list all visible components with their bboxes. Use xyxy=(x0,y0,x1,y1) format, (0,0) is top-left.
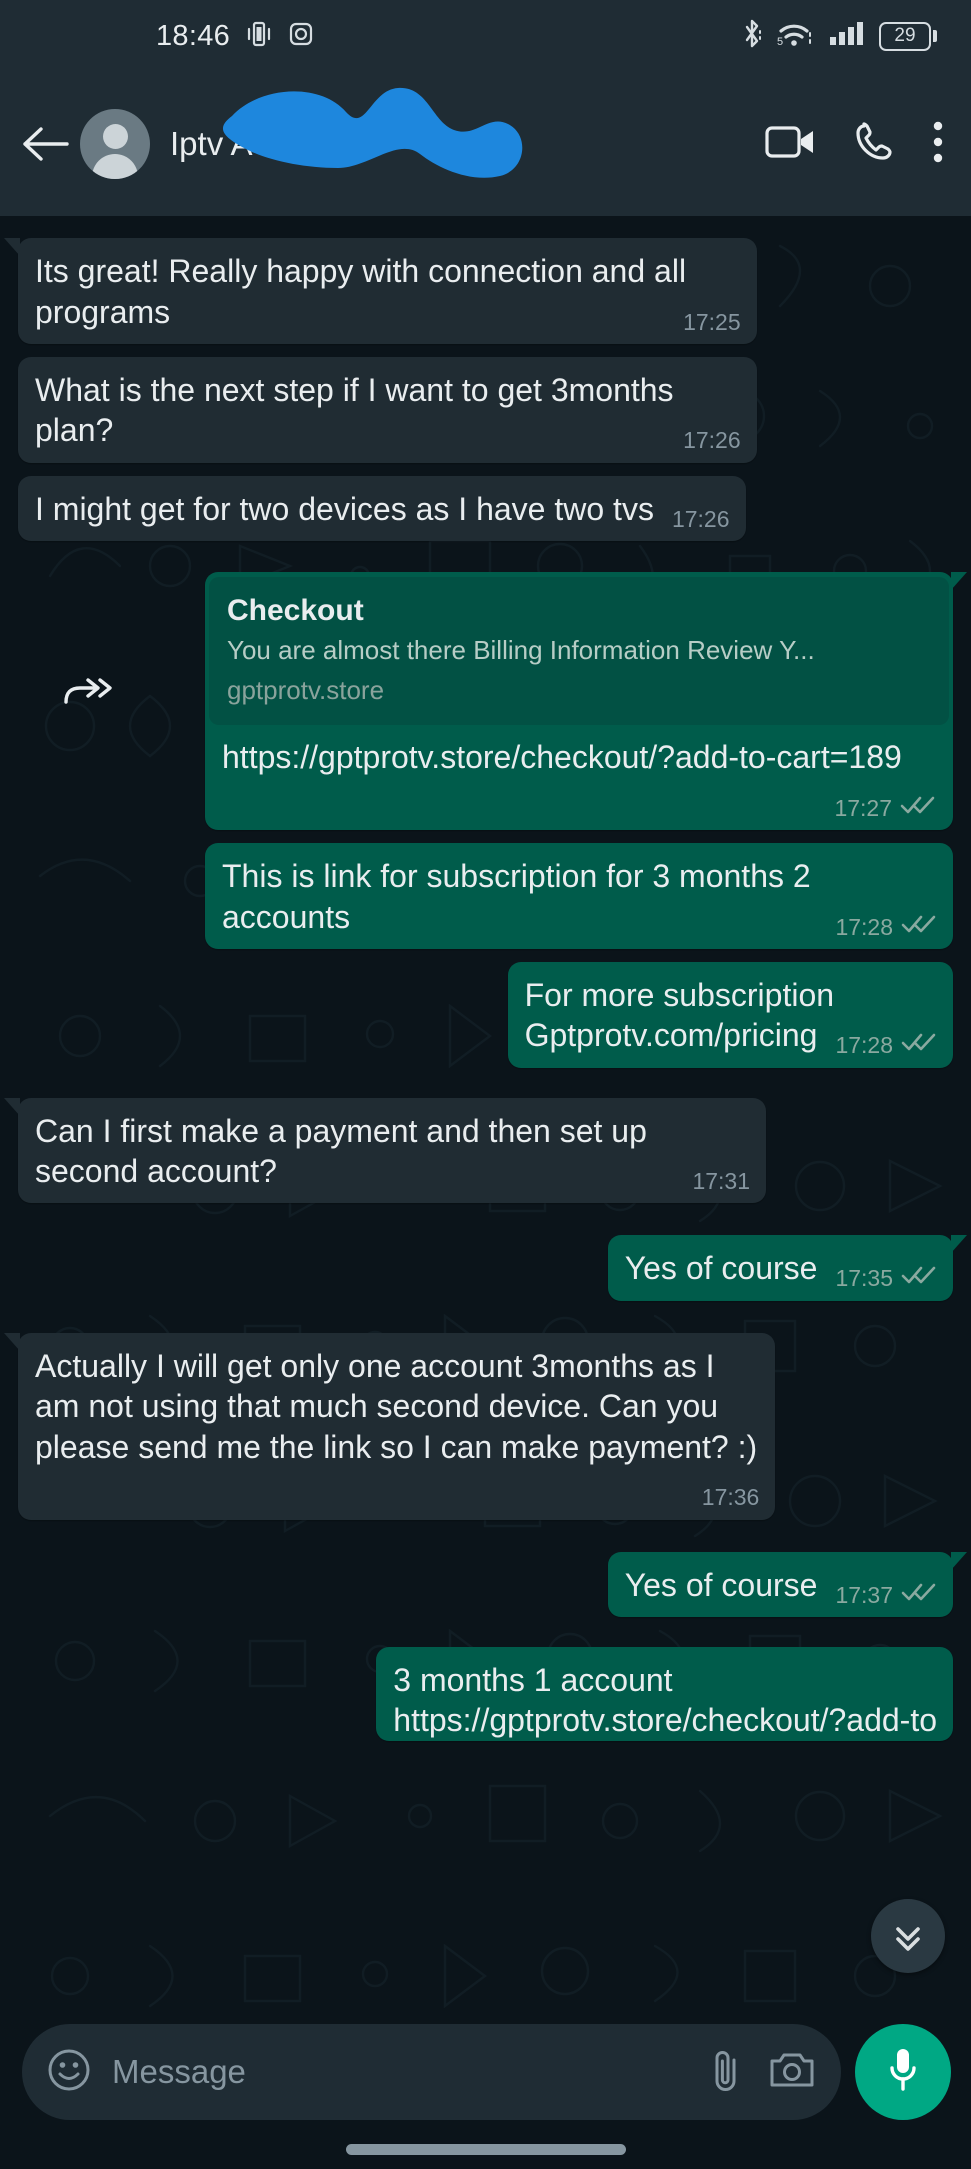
message-bubble-incoming[interactable]: Actually I will get only one account 3mo… xyxy=(3,1332,776,1520)
message-time: 17:37 xyxy=(835,1581,893,1608)
delivered-ticks-icon xyxy=(900,794,936,823)
header-actions xyxy=(765,120,945,169)
message-time: 17:26 xyxy=(671,505,730,532)
message-bubble-outgoing-link-preview[interactable]: Checkout You are almost there Billing In… xyxy=(205,571,967,830)
message-link[interactable]: https://gptprotv.store/checkout/?add-to-… xyxy=(222,739,902,775)
message-meta: 17:36 xyxy=(702,1483,760,1512)
message-text: Actually I will get only one account 3mo… xyxy=(35,1347,758,1465)
message-row: Can I first make a payment and then set … xyxy=(4,1097,953,1204)
message-text: What is the next step if I want to get 3… xyxy=(35,371,674,449)
messages-container: Its great! Really happy with connection … xyxy=(0,216,971,1742)
message-text: 3 months 1 account xyxy=(393,1661,673,1698)
emoji-icon[interactable] xyxy=(46,2047,92,2098)
contact-avatar[interactable] xyxy=(80,109,150,179)
status-bar-left: 18:46 xyxy=(156,19,314,54)
message-meta: 17:28 xyxy=(835,913,937,942)
status-bar: 18:46 5 29 xyxy=(0,0,971,72)
message-meta: 17:25 xyxy=(683,308,741,337)
battery-percent-label: 29 xyxy=(894,25,916,46)
message-row: Yes of course 17:35 xyxy=(18,1235,968,1301)
link-preview-host: gptprotv.store xyxy=(227,675,385,706)
message-bubble-incoming[interactable]: Its great! Really happy with connection … xyxy=(4,238,757,344)
message-text: Yes of course xyxy=(624,1566,818,1603)
message-text: I might get for two devices as I have tw… xyxy=(35,490,654,527)
message-text: Can I first make a payment and then set … xyxy=(35,1112,647,1190)
message-bubble-outgoing-clipped[interactable]: 3 months 1 account https://gptprotv.stor… xyxy=(376,1646,953,1742)
message-meta: 17:35 xyxy=(835,1264,937,1293)
delivered-ticks-icon xyxy=(901,1264,937,1293)
message-time: 17:28 xyxy=(835,1032,893,1059)
message-meta: 17:31 xyxy=(692,1167,750,1196)
status-bar-clock: 18:46 xyxy=(156,19,231,52)
contact-title-area[interactable]: Iptv A xyxy=(170,72,751,216)
delivered-ticks-icon xyxy=(901,913,937,942)
message-row: Checkout You are almost there Billing In… xyxy=(18,571,967,830)
message-input-field[interactable]: Message xyxy=(22,2024,841,2120)
message-time: 17:27 xyxy=(834,794,892,821)
voice-call-icon[interactable] xyxy=(853,121,895,168)
status-bar-right: 5 29 xyxy=(740,18,937,55)
message-meta: 17:26 xyxy=(672,505,730,534)
message-meta: 17:26 xyxy=(683,426,741,455)
message-link[interactable]: Gptprotv.com/pricing xyxy=(525,1017,818,1053)
voice-record-button[interactable] xyxy=(855,2024,951,2120)
message-text: For more subscription xyxy=(524,976,835,1013)
message-bubble-outgoing[interactable]: Yes of course 17:37 xyxy=(607,1551,968,1617)
cellular-signal-icon xyxy=(828,18,866,55)
chat-header: Iptv A xyxy=(0,72,971,216)
message-row: What is the next step if I want to get 3… xyxy=(18,356,953,463)
message-time: 17:28 xyxy=(835,913,893,940)
message-bubble-incoming[interactable]: What is the next step if I want to get 3… xyxy=(18,356,757,463)
message-bubble-outgoing[interactable]: Yes of course 17:35 xyxy=(607,1235,968,1301)
whatsapp-chat-screen: 18:46 5 29 Iptv A Its great! Really happ… xyxy=(0,0,971,2169)
navigation-pill xyxy=(345,2144,626,2155)
bluetooth-icon xyxy=(740,18,764,55)
forwarded-icon xyxy=(64,676,114,726)
message-bubble-outgoing[interactable]: This is link for subscription for 3 mont… xyxy=(205,842,953,949)
message-time: 17:35 xyxy=(835,1265,893,1292)
message-time: 17:26 xyxy=(683,427,741,454)
svg-text:5: 5 xyxy=(777,36,783,48)
link-preview-title: Checkout xyxy=(227,593,364,627)
link-preview-description: You are almost there Billing Information… xyxy=(227,634,815,665)
message-text: This is link for subscription for 3 mont… xyxy=(222,857,811,935)
message-row: Yes of course 17:37 xyxy=(18,1551,968,1617)
message-bubble-incoming[interactable]: I might get for two devices as I have tw… xyxy=(18,475,746,541)
back-button[interactable] xyxy=(18,117,72,171)
message-input-bar: Message xyxy=(0,2010,971,2169)
message-link[interactable]: https://gptprotv.store/checkout/?add-to xyxy=(393,1700,937,1741)
message-row: This is link for subscription for 3 mont… xyxy=(18,842,953,949)
contact-name: Iptv A xyxy=(170,125,253,162)
vibrate-icon xyxy=(246,19,272,54)
link-preview-card[interactable]: Checkout You are almost there Billing In… xyxy=(209,576,949,726)
battery-icon: 29 xyxy=(879,21,937,51)
message-placeholder[interactable]: Message xyxy=(112,2053,689,2091)
instagram-icon xyxy=(288,20,314,53)
delivered-ticks-icon xyxy=(901,1031,937,1060)
message-time: 17:36 xyxy=(701,1484,760,1511)
delivered-ticks-icon xyxy=(901,1581,937,1610)
message-meta: 17:28 xyxy=(835,1031,937,1060)
paperclip-icon[interactable] xyxy=(709,2047,743,2098)
message-bubble-incoming[interactable]: Can I first make a payment and then set … xyxy=(4,1097,766,1204)
message-text: Its great! Really happy with connection … xyxy=(35,253,687,330)
message-row: For more subscription Gptprotv.com/prici… xyxy=(18,961,953,1068)
microphone-icon xyxy=(886,2045,920,2100)
message-text: Yes of course xyxy=(624,1250,818,1287)
message-time: 17:25 xyxy=(683,308,741,335)
message-row: 3 months 1 account https://gptprotv.stor… xyxy=(18,1646,953,1742)
message-time: 17:31 xyxy=(692,1168,750,1195)
overflow-menu-icon[interactable] xyxy=(931,120,945,169)
message-meta: 17:27 xyxy=(834,794,936,823)
message-row: I might get for two devices as I have tw… xyxy=(18,475,953,541)
message-meta: 17:37 xyxy=(835,1581,937,1610)
message-row: Actually I will get only one account 3mo… xyxy=(3,1332,953,1520)
scroll-to-bottom-button[interactable] xyxy=(871,1899,945,1973)
message-bubble-outgoing[interactable]: For more subscription Gptprotv.com/prici… xyxy=(507,961,953,1068)
chat-message-list[interactable]: Its great! Really happy with connection … xyxy=(0,216,971,2169)
wifi-icon: 5 xyxy=(777,18,815,55)
message-row: Its great! Really happy with connection … xyxy=(4,238,953,344)
video-call-icon[interactable] xyxy=(765,123,817,166)
camera-icon[interactable] xyxy=(769,2050,815,2095)
